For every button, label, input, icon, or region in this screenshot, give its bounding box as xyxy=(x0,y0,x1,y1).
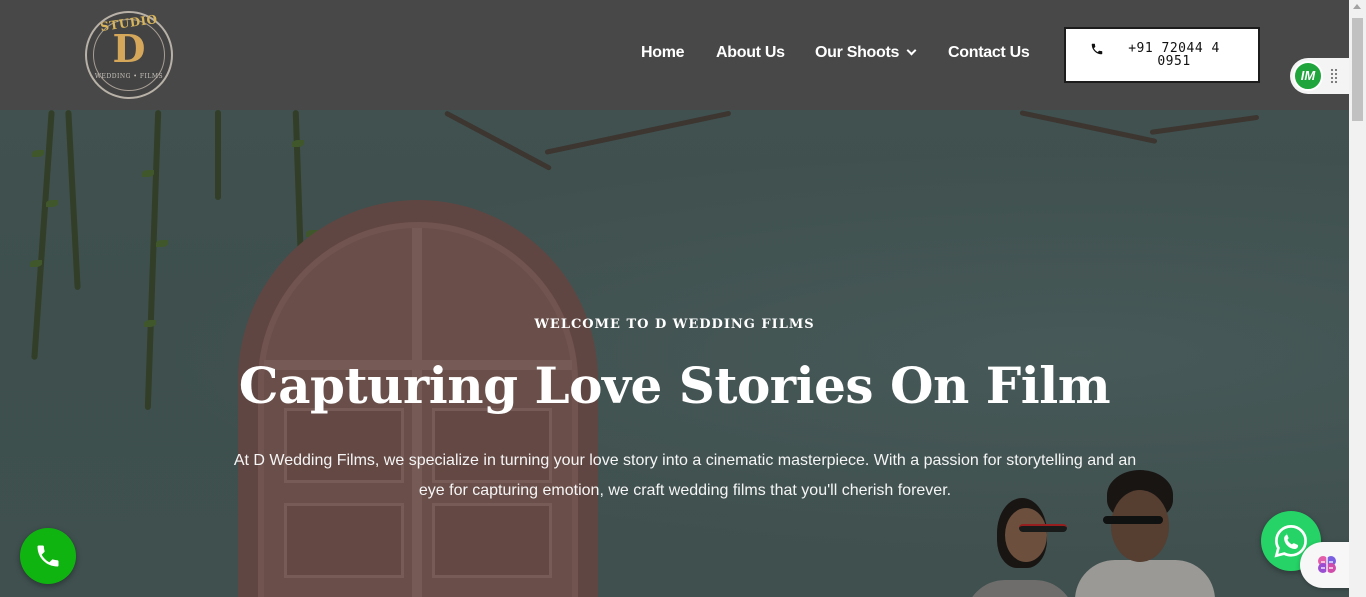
im-label: IM xyxy=(1300,68,1316,83)
hero-headline: Capturing Love Stories On Film xyxy=(238,356,1111,415)
scroll-up-arrow-icon[interactable] xyxy=(1353,4,1361,9)
im-logo: IM xyxy=(1293,61,1323,91)
page: STUDIO D WEDDING • FILMS Home About Us O… xyxy=(0,0,1349,597)
brain-icon xyxy=(1318,556,1336,574)
logo-letter: D xyxy=(112,26,146,71)
chevron-down-icon xyxy=(906,45,917,56)
site-logo[interactable]: STUDIO D WEDDING • FILMS xyxy=(85,11,173,99)
nav-our-shoots[interactable]: Our Shoots xyxy=(815,44,917,62)
page-scrollbar[interactable] xyxy=(1349,0,1366,597)
nav-home[interactable]: Home xyxy=(641,44,685,62)
site-header: STUDIO D WEDDING • FILMS Home About Us O… xyxy=(0,0,1349,110)
phone-button[interactable]: +91 72044 40951 xyxy=(1064,27,1260,83)
hero-eyebrow: WELCOME TO D WEDDING FILMS xyxy=(534,317,815,332)
phone-number: +91 72044 40951 xyxy=(1128,41,1220,69)
drag-handle-icon[interactable] xyxy=(1330,68,1338,84)
hero-section: WELCOME TO D WEDDING FILMS Capturing Lov… xyxy=(0,110,1349,597)
phone-icon xyxy=(37,545,59,567)
logo-tagline: WEDDING • FILMS xyxy=(94,73,164,80)
call-button[interactable] xyxy=(20,528,76,584)
nav-our-shoots-label: Our Shoots xyxy=(815,44,900,61)
nav-about-us[interactable]: About Us xyxy=(716,44,785,62)
phone-icon xyxy=(1091,43,1103,55)
nav-contact-us[interactable]: Contact Us xyxy=(948,44,1030,62)
scroll-thumb[interactable] xyxy=(1352,18,1363,121)
hero-description: At D Wedding Films, we specialize in tur… xyxy=(233,452,1137,499)
im-widget[interactable]: IM xyxy=(1290,58,1349,94)
assistant-button[interactable] xyxy=(1300,542,1349,588)
